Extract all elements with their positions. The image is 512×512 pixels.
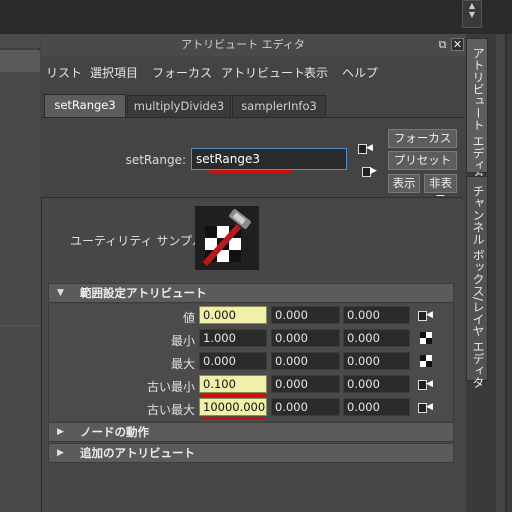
- dock-tab-label: アトリビュート エディタ: [471, 47, 485, 183]
- tab-setrange3[interactable]: setRange3: [44, 94, 126, 117]
- annotation-underline: [210, 170, 292, 173]
- section-node-behavior[interactable]: ▶ ノードの動作: [48, 422, 454, 442]
- menu-help[interactable]: ヘルプ: [342, 64, 378, 81]
- old-min-x-field[interactable]: 0.100: [199, 375, 267, 393]
- hide-button[interactable]: 非表示: [424, 174, 457, 207]
- menu-attributes[interactable]: アトリビュート: [221, 64, 305, 81]
- select-input-icon[interactable]: ◀: [358, 142, 373, 155]
- old-min-y-field[interactable]: 0.000: [271, 375, 340, 393]
- float-window-icon[interactable]: ⧉: [436, 38, 449, 51]
- dock-tab-attribute-editor[interactable]: アトリビュート エディタ: [466, 38, 488, 183]
- scroll-arrows-icon[interactable]: ▲ ▼: [462, 0, 482, 28]
- max-y-field[interactable]: 0.000: [271, 352, 340, 370]
- section-title: ノードの動作: [80, 425, 149, 439]
- menu-display[interactable]: 表示: [304, 64, 328, 81]
- menu-focus[interactable]: フォーカス: [152, 64, 212, 81]
- show-button[interactable]: 表示: [388, 174, 420, 193]
- tab-bar-divider: [41, 117, 465, 118]
- min-y-field[interactable]: 0.000: [271, 329, 340, 347]
- viewport-header: [0, 34, 40, 48]
- attr-label-old-max: 古い最大: [146, 403, 195, 417]
- dock-scrollbar[interactable]: [496, 34, 505, 512]
- old-max-x-field[interactable]: 10000.000: [199, 398, 267, 416]
- node-name-input[interactable]: [191, 148, 347, 170]
- section-title: 追加のアトリビュート: [80, 446, 195, 460]
- value-z-field[interactable]: 0.000: [343, 306, 410, 324]
- collapse-triangle-icon[interactable]: ▼: [57, 284, 64, 302]
- value-x-field[interactable]: 0.000: [199, 306, 267, 324]
- value-y-field[interactable]: 0.000: [271, 306, 340, 324]
- map-connect-icon[interactable]: ◀: [418, 378, 433, 391]
- menu-list[interactable]: リスト: [46, 64, 82, 81]
- window-title: アトリビュート エディタ: [181, 38, 305, 51]
- setrange-hammer-icon: [195, 206, 259, 270]
- dock-divider: [505, 34, 507, 512]
- viewport-grid-line: [0, 325, 40, 326]
- map-connect-icon[interactable]: ◀: [418, 309, 433, 322]
- min-x-field[interactable]: 1.000: [199, 329, 267, 347]
- min-z-field[interactable]: 0.000: [343, 329, 410, 347]
- node-name-label: setRange:: [125, 153, 186, 167]
- tab-samplerinfo3[interactable]: samplerInfo3: [232, 95, 326, 117]
- checker-map-icon[interactable]: [420, 332, 432, 344]
- attr-label-max: 最大: [170, 357, 195, 371]
- checker-map-icon[interactable]: [420, 355, 432, 367]
- presets-button[interactable]: プリセット: [388, 151, 457, 170]
- dock-tab-channel-box[interactable]: チャンネル ボックス/レイヤ エディタ: [466, 176, 488, 389]
- focus-button[interactable]: フォーカス: [388, 129, 457, 148]
- tab-multiplydivide3[interactable]: multiplyDivide3: [127, 95, 231, 117]
- expand-triangle-icon[interactable]: ▶: [57, 423, 64, 441]
- annotation-underline: [201, 394, 265, 397]
- old-max-z-field[interactable]: 0.000: [343, 398, 410, 416]
- annotation-underline: [201, 417, 265, 420]
- top-toolbar-strip: [0, 0, 512, 34]
- node-type-label: ユーティリティ サンプル: [70, 234, 205, 248]
- section-extra-attributes[interactable]: ▶ 追加のアトリビュート: [48, 443, 454, 463]
- max-z-field[interactable]: 0.000: [343, 352, 410, 370]
- attr-label-old-min: 古い最小: [146, 380, 195, 394]
- select-output-icon[interactable]: ▶: [362, 165, 377, 178]
- max-x-field[interactable]: 0.000: [199, 352, 267, 370]
- attr-label-value: 値: [182, 311, 195, 325]
- expand-triangle-icon[interactable]: ▶: [57, 444, 64, 462]
- dock-tab-label: チャンネル ボックス/レイヤ エディタ: [471, 185, 485, 389]
- old-max-y-field[interactable]: 0.000: [271, 398, 340, 416]
- viewport-toolbar: [0, 50, 40, 72]
- menu-selection[interactable]: 選択項目: [90, 64, 138, 81]
- old-min-z-field[interactable]: 0.000: [343, 375, 410, 393]
- attr-label-min: 最小: [170, 334, 195, 348]
- section-range-attributes[interactable]: ▼ 範囲設定アトリビュート: [48, 283, 454, 303]
- section-title: 範囲設定アトリビュート: [80, 286, 207, 300]
- close-icon[interactable]: ✕: [451, 38, 464, 51]
- viewport-canvas[interactable]: [0, 72, 40, 512]
- map-connect-icon[interactable]: ◀: [418, 401, 433, 414]
